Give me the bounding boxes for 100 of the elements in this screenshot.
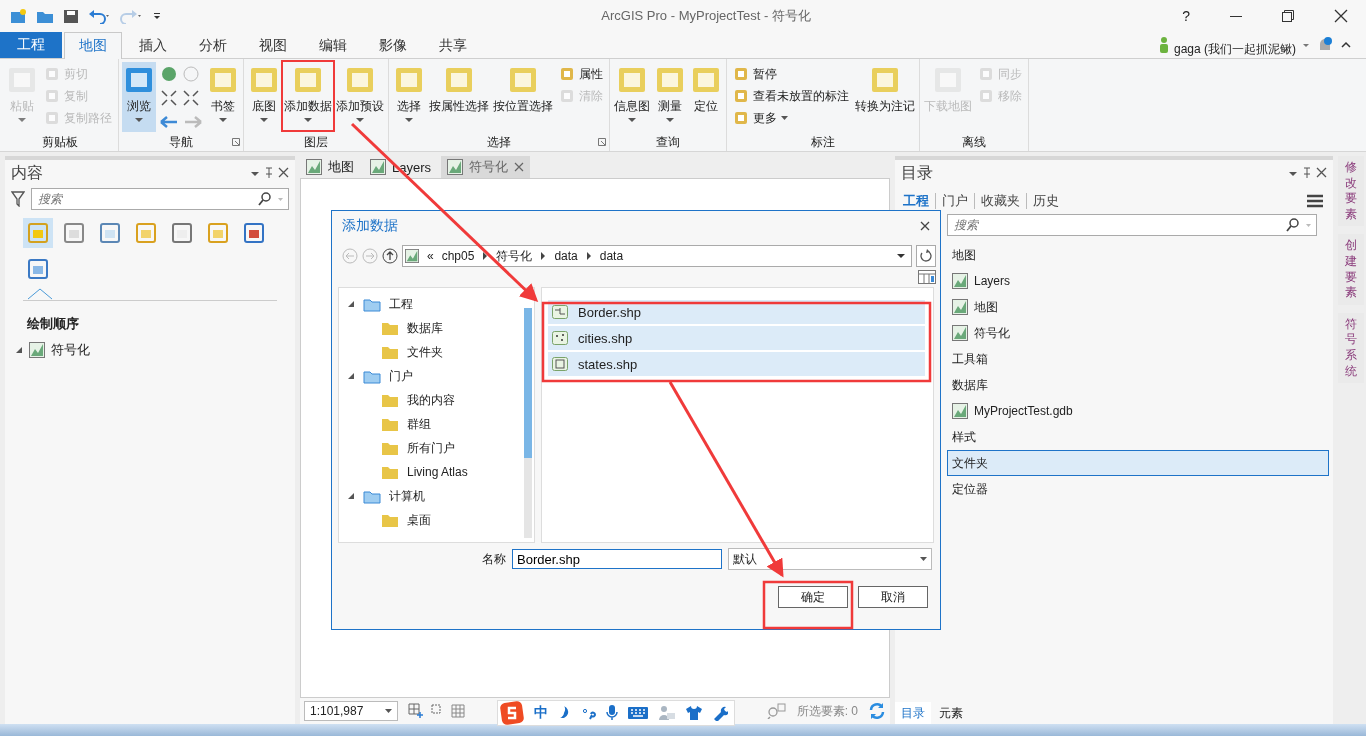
side-tab[interactable]: 创建要素 [1338, 234, 1364, 305]
ribbon-button[interactable]: 底图 [247, 62, 281, 132]
file-row[interactable]: cities.shp [548, 326, 925, 350]
tree-item[interactable]: 计算机 [389, 487, 425, 505]
expand-icon[interactable] [347, 372, 355, 380]
path-segment[interactable]: data [599, 249, 624, 263]
expand-icon[interactable] [347, 492, 355, 500]
ribbon-button[interactable]: 按属性选择 [428, 62, 490, 132]
tree-item[interactable]: 数据库 [407, 319, 443, 337]
search-icon[interactable] [1286, 218, 1312, 232]
expand-icon[interactable] [347, 300, 355, 308]
dialog-button[interactable]: 取消 [858, 586, 928, 608]
navigation-tools-drawing[interactable] [159, 64, 203, 130]
undo-icon[interactable] [88, 8, 112, 24]
dialog-button[interactable]: 确定 [778, 586, 848, 608]
search-icon[interactable] [258, 192, 284, 206]
caret-icon[interactable] [897, 253, 905, 259]
ribbon-tab[interactable]: 分析 [184, 33, 242, 58]
file-row[interactable]: Border.shp [548, 300, 925, 324]
tree-item[interactable]: 群组 [407, 415, 431, 433]
catalog-item[interactable]: 数据库 [947, 372, 1329, 398]
tree-item[interactable]: 所有门户 [407, 439, 455, 457]
ribbon-button[interactable]: 转换为注记 [854, 62, 916, 132]
pane-tab[interactable]: 元素 [933, 702, 969, 724]
path-segment[interactable]: 符号化 [496, 247, 533, 265]
user-name[interactable]: gaga (我们一起抓泥鳅) [1173, 41, 1296, 58]
new-project-icon[interactable] [10, 8, 28, 24]
catalog-item[interactable]: 地图 [947, 294, 1329, 320]
microphone-icon[interactable] [606, 705, 618, 721]
zoom-to-selection-icon[interactable] [766, 703, 787, 719]
ribbon-button[interactable]: 属性 [556, 64, 606, 84]
collapse-icon[interactable] [27, 288, 53, 300]
close-icon[interactable] [1334, 9, 1348, 23]
tree-item[interactable]: Living Atlas [407, 465, 468, 479]
dialog-launcher-icon[interactable] [598, 138, 606, 146]
tree-item[interactable]: 工程 [389, 295, 413, 313]
search-field[interactable]: 搜索 [36, 191, 258, 207]
keyboard-icon[interactable] [628, 707, 648, 719]
ribbon-button[interactable]: 查看未放置的标注 [730, 86, 852, 106]
tree-item[interactable]: 桌面 [407, 511, 431, 529]
filter-dropdown[interactable]: 默认 [728, 548, 932, 570]
project-tab[interactable]: 工程 [0, 32, 62, 58]
catalog-item[interactable]: 样式 [947, 424, 1329, 450]
menu-icon[interactable] [1307, 194, 1323, 208]
ribbon-button[interactable]: 更多 [730, 108, 852, 128]
ribbon-button[interactable]: 暂停 [730, 64, 852, 84]
catalog-tab[interactable]: 历史 [1033, 192, 1059, 210]
scale-dropdown[interactable]: 1:101,987 [304, 701, 398, 721]
side-tab[interactable]: 修改要素 [1338, 156, 1364, 227]
search-field[interactable]: 搜索 [952, 217, 1286, 233]
path-segment[interactable]: chp05 [441, 249, 475, 263]
refresh-icon[interactable] [868, 702, 886, 720]
view-tab[interactable]: 符号化 [441, 156, 531, 178]
ribbon-tab[interactable]: 影像 [364, 33, 422, 58]
view-options-icon[interactable] [918, 270, 936, 284]
layer-name[interactable]: 符号化 [51, 341, 90, 359]
up-icon[interactable] [382, 248, 398, 264]
help-button[interactable]: ? [1182, 8, 1190, 24]
catalog-tab[interactable]: 工程 [903, 192, 929, 210]
tree-item[interactable]: 我的内容 [407, 391, 455, 409]
catalog-item[interactable]: MyProjectTest.gdb [947, 398, 1329, 424]
filter-icon[interactable] [11, 191, 25, 207]
ribbon-tab[interactable]: 编辑 [304, 33, 362, 58]
ribbon-tab[interactable]: 共享 [424, 33, 482, 58]
pane-options-icon[interactable] [249, 167, 289, 179]
tree-item[interactable]: 文件夹 [407, 343, 443, 361]
catalog-item[interactable]: 工具箱 [947, 346, 1329, 372]
ribbon-button[interactable]: 选择 [392, 62, 426, 132]
pane-options-icon[interactable] [1287, 167, 1327, 179]
catalog-item[interactable]: 符号化 [947, 320, 1329, 346]
search-box[interactable]: 搜索 [947, 214, 1317, 236]
path-segment[interactable]: data [554, 249, 578, 263]
punctuation-icon[interactable] [582, 706, 596, 720]
tree-item[interactable]: 门户 [389, 367, 413, 385]
ribbon-button[interactable]: 添加预设 [335, 62, 385, 132]
ribbon-tab[interactable]: 视图 [244, 33, 302, 58]
ribbon-button[interactable]: 书签 [206, 62, 240, 132]
shirt-icon[interactable] [686, 706, 702, 720]
ime-logo-icon[interactable] [500, 701, 524, 725]
expand-icon[interactable] [15, 346, 23, 354]
catalog-tab[interactable]: 收藏夹 [981, 192, 1020, 210]
pane-tab[interactable]: 目录 [895, 702, 931, 724]
ribbon-tab[interactable]: 插入 [124, 33, 182, 58]
ribbon-button[interactable]: 测量 [653, 62, 687, 132]
ribbon-button[interactable]: 定位 [689, 62, 723, 132]
ribbon-button[interactable]: 添加数据 [283, 62, 333, 132]
scrollbar[interactable] [524, 308, 532, 538]
ribbon-tab[interactable]: 地图 [64, 32, 122, 59]
file-row[interactable]: states.shp [548, 352, 925, 376]
ribbon-button[interactable]: 浏览 [122, 62, 156, 132]
restore-icon[interactable] [1282, 10, 1294, 22]
catalog-item[interactable]: Layers [947, 268, 1329, 294]
side-tab[interactable]: 符号系统 [1338, 312, 1364, 384]
dialog-launcher-icon[interactable] [232, 138, 240, 146]
wrench-icon[interactable] [712, 705, 728, 721]
ribbon-button[interactable]: 信息图 [613, 62, 651, 132]
name-field[interactable]: Border.shp [512, 549, 722, 569]
input-mode[interactable]: 中 [534, 704, 548, 722]
save-icon[interactable] [62, 8, 80, 24]
catalog-item[interactable]: 地图 [947, 242, 1329, 268]
